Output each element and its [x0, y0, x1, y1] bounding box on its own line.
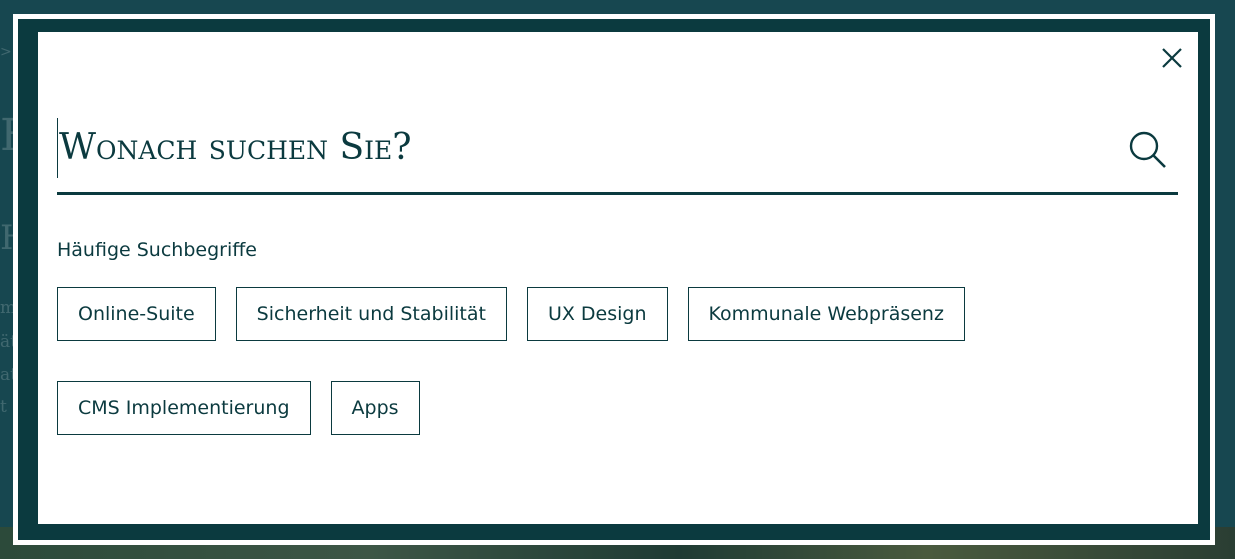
search-term-apps[interactable]: Apps	[330, 381, 420, 435]
search-modal: Häufige Suchbegriffe Online-Suite Sicher…	[38, 32, 1198, 524]
search-term-ux-design[interactable]: UX Design	[526, 287, 668, 341]
popular-searches-list: Online-Suite Sicherheit und Stabilität U…	[57, 287, 1137, 435]
search-button[interactable]	[1128, 130, 1168, 170]
close-icon	[1162, 48, 1182, 68]
search-term-kommunale-webpraesenz[interactable]: Kommunale Webpräsenz	[687, 287, 965, 341]
search-icon	[1129, 131, 1166, 168]
search-term-cms-implementierung[interactable]: CMS Implementierung	[57, 381, 311, 435]
close-button[interactable]	[1160, 46, 1184, 70]
search-term-sicherheit-und-stabilitaet[interactable]: Sicherheit und Stabilität	[235, 287, 507, 341]
popular-searches-heading: Häufige Suchbegriffe	[57, 239, 258, 261]
background-text-fragment: >	[0, 44, 12, 60]
search-term-online-suite[interactable]: Online-Suite	[57, 287, 216, 341]
search-bar	[57, 118, 1178, 195]
search-input[interactable]	[57, 118, 1107, 178]
